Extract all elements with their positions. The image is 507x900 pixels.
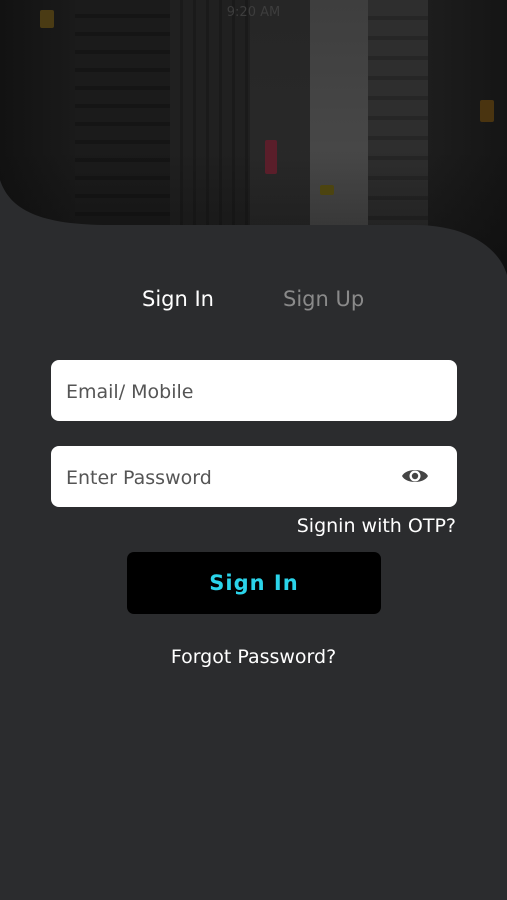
password-field-container: [51, 446, 457, 509]
traffic-light: [480, 100, 494, 122]
auth-tabs: Sign In Sign Up: [0, 287, 507, 317]
eye-icon[interactable]: [401, 464, 429, 488]
sign-in-button[interactable]: Sign In: [127, 552, 381, 614]
tab-sign-up[interactable]: Sign Up: [283, 287, 364, 311]
status-bar-time: 9:20 AM: [226, 5, 281, 20]
tab-sign-in[interactable]: Sign In: [142, 287, 214, 311]
signin-with-otp-link[interactable]: Signin with OTP?: [297, 515, 456, 537]
forgot-password-link[interactable]: Forgot Password?: [0, 646, 507, 668]
street-sign: [265, 140, 277, 174]
email-field-container: [51, 360, 457, 423]
email-input[interactable]: [64, 360, 388, 423]
password-input[interactable]: [64, 446, 388, 509]
